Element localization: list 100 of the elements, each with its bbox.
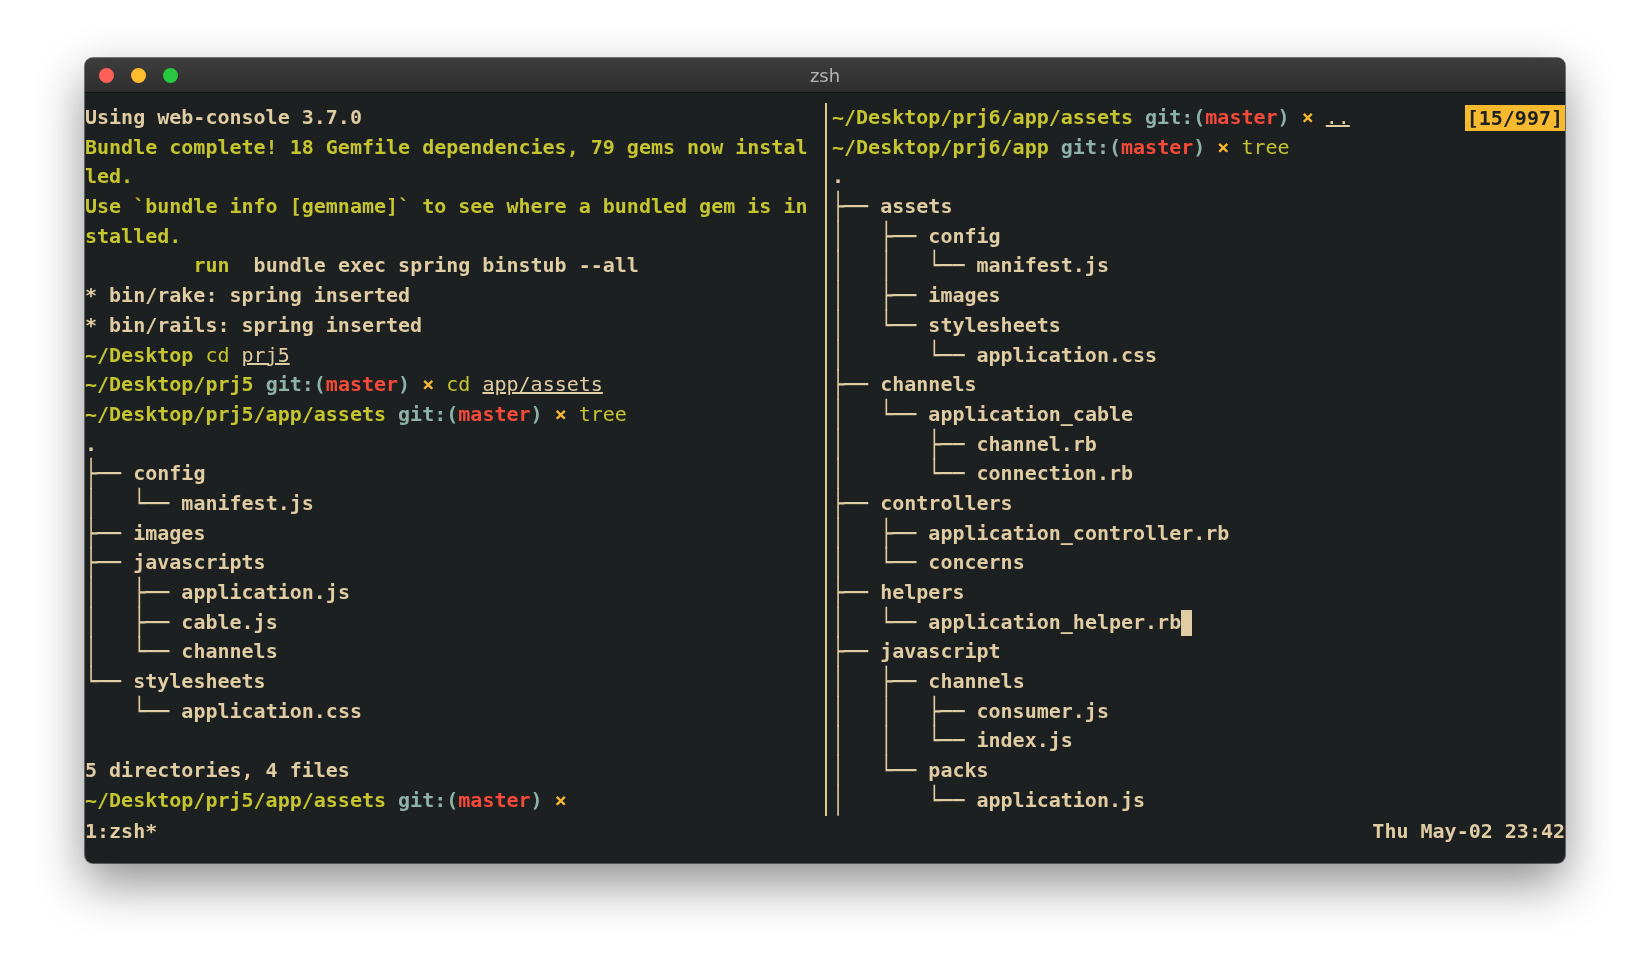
tree-entry: application_controller.rb xyxy=(928,519,1230,547)
tree-entry: concerns xyxy=(928,549,1025,577)
output-text: bundle exec spring binstub --all xyxy=(253,252,639,280)
git-label: git:( xyxy=(1145,104,1206,131)
zoom-button[interactable] xyxy=(163,67,178,83)
tree-entry: images xyxy=(133,519,206,547)
command-keyword: run xyxy=(193,252,230,280)
tree-connector: │ ├── xyxy=(85,576,170,608)
message-text: Use `bundle info [gemname]` to see where a bundled gem is in xyxy=(85,193,808,221)
tree-entry: application.js xyxy=(181,579,350,606)
output-text: . xyxy=(832,163,845,190)
tree-connector: │ ├── xyxy=(832,279,917,311)
tree-entry: connection.rb xyxy=(976,460,1134,488)
tree-entry: stylesheets xyxy=(133,668,266,695)
command-text: tree xyxy=(1241,133,1290,161)
output-text: * bin/rake: spring inserted xyxy=(85,282,411,310)
tree-entry: packs xyxy=(928,757,989,784)
tree-connector: └── xyxy=(85,665,122,699)
output-text: 5 directories, 4 files xyxy=(85,757,350,785)
tree-connector: │ ├── xyxy=(832,516,917,549)
tree-connector: ├── xyxy=(832,576,869,608)
window-title: zsh xyxy=(809,64,841,86)
path-argument: prj5 xyxy=(241,341,290,369)
git-label: ) xyxy=(1277,104,1290,131)
tree-entry: channels xyxy=(928,668,1025,695)
tree-entry: application.css xyxy=(181,697,362,725)
git-label: git:( xyxy=(1060,133,1121,161)
git-label: git:( xyxy=(398,400,459,428)
git-label: git:( xyxy=(265,371,326,399)
tree-entry: channel.rb xyxy=(976,430,1097,458)
message-text: led. xyxy=(85,163,134,191)
scroll-position-badge: [15/997] xyxy=(1464,104,1565,131)
dirty-marker: × xyxy=(422,371,435,399)
git-label: ) xyxy=(1193,133,1206,161)
command-text: tree xyxy=(578,400,627,428)
branch-name: master xyxy=(1205,104,1278,131)
tree-connector: │ └── xyxy=(832,457,965,489)
status-clock: Thu May-02 23:42 xyxy=(1372,818,1565,845)
git-label: ) xyxy=(530,786,543,814)
prompt-path: ~/Desktop/prj5 xyxy=(85,371,254,399)
prompt-path: ~/Desktop xyxy=(85,341,194,369)
message-text: Bundle complete! 18 Gemfile dependencies, 79 gems now instal xyxy=(85,133,808,161)
tree-entry: config xyxy=(928,222,1001,249)
tree-entry: channels xyxy=(880,371,977,398)
tree-entry: controllers xyxy=(880,489,1013,517)
tree-entry: cable.js xyxy=(181,608,278,636)
output-text: * bin/rails: spring inserted xyxy=(85,311,423,339)
tree-connector: │ └── xyxy=(832,605,917,638)
tree-connector: │ └── xyxy=(832,338,965,371)
branch-name: master xyxy=(458,786,531,814)
tree-connector: │ ├── xyxy=(832,665,917,697)
tree-entry: application_helper.rb xyxy=(928,608,1182,636)
branch-name: master xyxy=(325,371,399,399)
tree-connector: │ └── xyxy=(832,754,917,786)
tree-connector: ├── xyxy=(832,487,869,519)
git-label: ) xyxy=(530,400,543,428)
tree-entry: application.css xyxy=(976,341,1158,369)
close-button[interactable] xyxy=(99,67,114,83)
output-text: . xyxy=(85,430,98,457)
minimize-button[interactable] xyxy=(131,67,146,83)
branch-name: master xyxy=(458,400,531,428)
path-argument: .. xyxy=(1325,104,1350,131)
tree-entry: helpers xyxy=(880,579,965,606)
prompt-path: ~/Desktop/prj5/app/assets xyxy=(85,400,387,428)
branch-name: master xyxy=(1121,133,1194,161)
dirty-marker: × xyxy=(554,400,567,428)
command-text: cd xyxy=(205,341,230,369)
path-argument: app/assets xyxy=(482,371,603,399)
tree-connector: │ └── xyxy=(85,487,170,519)
tree-connector: ├── xyxy=(832,189,869,222)
git-label: ) xyxy=(398,371,411,399)
output-text: Using web-console 3.7.0 xyxy=(85,104,362,131)
message-text: stalled. xyxy=(85,222,182,250)
tree-connector: │ ├── xyxy=(832,427,965,460)
git-label: git:( xyxy=(398,786,459,814)
tree-connector: │ └── xyxy=(85,635,170,667)
tree-entry: index.js xyxy=(976,727,1073,755)
prompt-path: ~/Desktop/prj6/app/assets xyxy=(832,104,1134,131)
tree-entry: application_cable xyxy=(928,400,1134,428)
tree-entry: channels xyxy=(181,638,278,666)
tree-connector: ├── xyxy=(85,456,122,489)
prompt-path: ~/Desktop/prj5/app/assets xyxy=(85,786,387,814)
dirty-marker: × xyxy=(1217,133,1230,161)
tree-connector: ├── xyxy=(832,368,869,400)
window-list: 1:zsh* xyxy=(85,816,158,846)
tree-entry: images xyxy=(928,282,1001,310)
tree-connector: │ └── xyxy=(832,783,965,818)
tree-entry: config xyxy=(133,460,206,487)
command-text: cd xyxy=(446,371,471,399)
dirty-marker: × xyxy=(1301,104,1314,131)
tree-connector: ├── xyxy=(832,635,869,667)
tree-entry: manifest.js xyxy=(976,252,1109,280)
tree-entry: javascripts xyxy=(133,549,266,576)
tree-connector: │ ├── xyxy=(832,219,917,252)
tree-entry: consumer.js xyxy=(976,697,1109,725)
tree-connector: │ └── xyxy=(832,546,917,578)
tree-entry: application.js xyxy=(976,786,1146,814)
dirty-marker: × xyxy=(554,786,567,814)
tree-entry: javascript xyxy=(880,638,1001,665)
tree-entry: manifest.js xyxy=(181,489,314,517)
